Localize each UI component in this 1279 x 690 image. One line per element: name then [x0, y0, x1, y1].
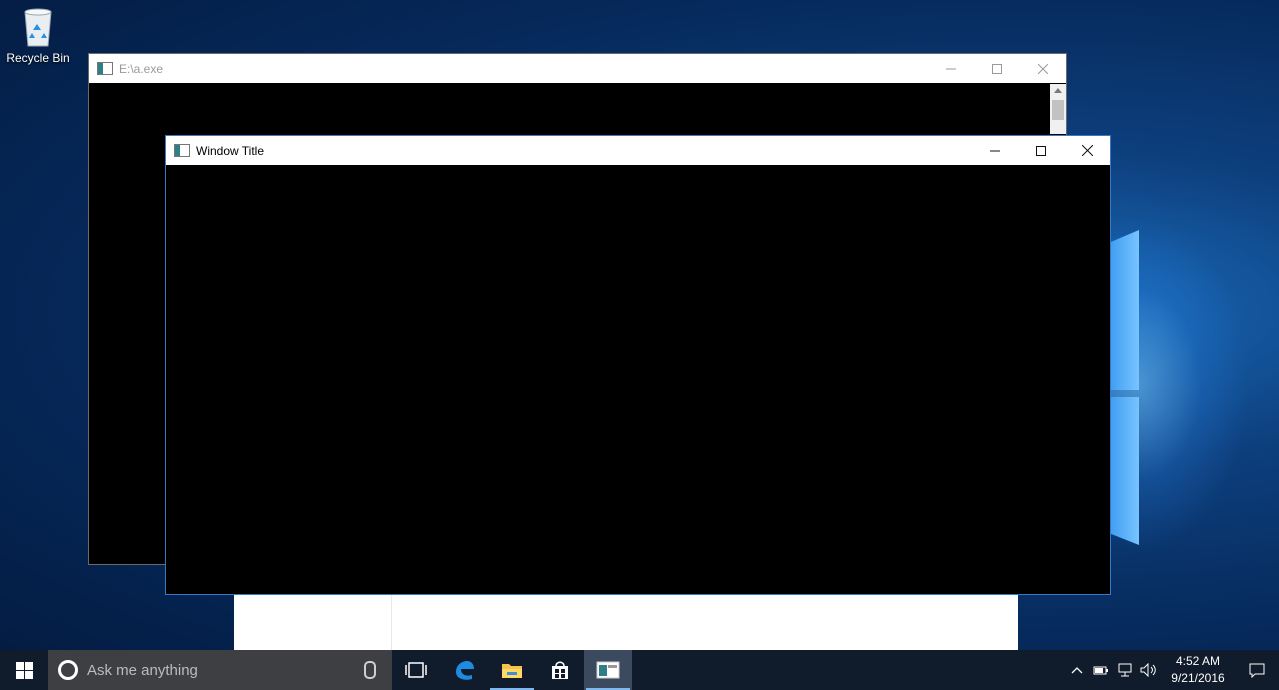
maximize-button[interactable]	[974, 54, 1020, 83]
file-explorer-button[interactable]	[488, 650, 536, 690]
notifications-icon	[1249, 663, 1265, 678]
app-window-icon	[174, 144, 190, 157]
show-hidden-icons-chevron-up-icon[interactable]	[1065, 666, 1089, 674]
console-app-taskbar-button[interactable]	[584, 650, 632, 690]
windows-logo-pane-bottom	[1109, 397, 1139, 545]
search-placeholder: Ask me anything	[87, 661, 198, 679]
minimize-button[interactable]	[928, 54, 974, 83]
taskbar: Ask me anything 4:52 AM 9/21/2016	[0, 650, 1279, 690]
title-bar[interactable]: Window Title	[166, 136, 1110, 165]
microphone-icon[interactable]	[364, 661, 376, 679]
network-icon[interactable]	[1113, 663, 1137, 677]
volume-icon[interactable]	[1137, 663, 1161, 677]
folder-icon	[502, 664, 522, 678]
task-view-icon	[405, 662, 427, 678]
task-view-button[interactable]	[392, 650, 440, 690]
windows-start-icon	[15, 661, 33, 679]
clock-time: 4:52 AM	[1175, 654, 1221, 668]
close-icon	[1038, 63, 1048, 74]
minimize-icon	[990, 150, 1000, 151]
app-window-icon	[97, 62, 113, 75]
pane-divider	[391, 593, 392, 650]
maximize-icon	[992, 63, 1002, 74]
recycle-bin-icon	[21, 6, 55, 48]
minimize-button[interactable]	[972, 136, 1018, 165]
maximize-button[interactable]	[1018, 136, 1064, 165]
console-window-front[interactable]: Window Title	[165, 135, 1111, 595]
window-title: E:\a.exe	[119, 61, 164, 76]
action-center-button[interactable]	[1235, 663, 1279, 678]
store-button[interactable]	[536, 650, 584, 690]
title-bar[interactable]: E:\a.exe	[89, 54, 1066, 83]
scroll-up-arrow-icon[interactable]	[1054, 88, 1062, 93]
clock[interactable]: 4:52 AM 9/21/2016	[1161, 653, 1235, 687]
close-icon	[1081, 145, 1093, 156]
maximize-icon	[1036, 145, 1046, 156]
battery-icon[interactable]	[1089, 664, 1113, 676]
windows-logo-pane-top	[1109, 230, 1139, 390]
close-button[interactable]	[1064, 136, 1110, 165]
start-button[interactable]	[0, 650, 48, 690]
background-window-fragment	[234, 593, 1018, 650]
recycle-bin-label: Recycle Bin	[6, 51, 70, 65]
edge-icon	[456, 661, 474, 680]
app-window-icon	[596, 661, 620, 679]
vertical-scrollbar[interactable]	[1050, 84, 1066, 134]
close-button[interactable]	[1020, 54, 1066, 83]
store-icon	[552, 661, 568, 679]
window-title: Window Title	[196, 143, 265, 158]
cortana-icon	[58, 660, 78, 680]
system-tray: 4:52 AM 9/21/2016	[1065, 650, 1279, 690]
cortana-search-box[interactable]: Ask me anything	[48, 650, 392, 690]
recycle-bin-desktop-icon[interactable]: Recycle Bin	[4, 6, 72, 65]
scrollbar-thumb[interactable]	[1052, 100, 1064, 120]
edge-button[interactable]	[440, 650, 488, 690]
minimize-icon	[946, 68, 956, 69]
clock-date: 9/21/2016	[1171, 671, 1225, 685]
